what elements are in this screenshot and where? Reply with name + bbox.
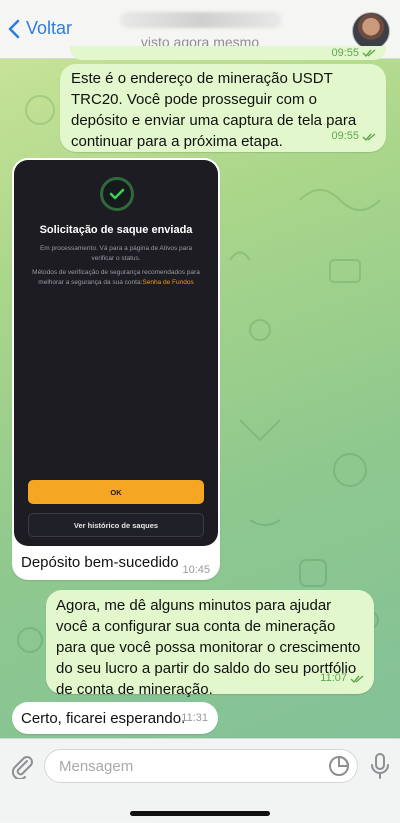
sticker-icon[interactable] xyxy=(328,755,350,777)
attach-paperclip-icon[interactable] xyxy=(10,753,34,779)
screenshot-line1: Em processamento. Vá para a página de At… xyxy=(39,245,193,262)
contact-name-redacted[interactable] xyxy=(120,12,282,28)
message-time: 11:31 xyxy=(181,712,208,724)
read-check-icon xyxy=(362,132,376,141)
image-caption: Depósito bem-sucedido xyxy=(21,554,179,571)
message-time: 09:55 xyxy=(331,47,376,59)
screenshot-image[interactable]: Solicitação de saque enviada Em processa… xyxy=(14,160,218,546)
contact-avatar[interactable] xyxy=(352,12,390,50)
message-time: 09:55 xyxy=(331,126,376,147)
message-bubble-incoming-image[interactable]: Solicitação de saque enviada Em processa… xyxy=(12,158,220,580)
message-input[interactable]: Mensagem xyxy=(44,749,358,783)
read-check-icon xyxy=(362,49,376,57)
previous-message-bubble: 09:55 xyxy=(70,46,386,60)
message-bubble-incoming[interactable]: Certo, ficarei esperando. 11:31 xyxy=(12,702,218,734)
screenshot-title: Solicitação de saque enviada xyxy=(39,224,193,236)
screenshot-line2: Métodos de verificação de segurança reco… xyxy=(32,269,200,286)
message-time: 11:07 xyxy=(320,668,364,689)
message-time: 10:45 xyxy=(182,564,210,576)
home-indicator xyxy=(130,811,270,816)
screenshot-history-button: Ver histórico de saques xyxy=(28,513,204,537)
read-check-icon xyxy=(350,674,364,683)
message-composer: Mensagem xyxy=(0,738,400,823)
message-bubble-outgoing[interactable]: Este é o endereço de mineração USDT TRC2… xyxy=(60,64,386,152)
message-bubble-outgoing[interactable]: Agora, me dê alguns minutos para ajudar … xyxy=(46,590,374,698)
screenshot-link: Senha de Fundos xyxy=(142,279,194,286)
microphone-icon[interactable] xyxy=(370,752,390,780)
screenshot-ok-button: OK xyxy=(28,480,204,504)
success-check-icon xyxy=(100,177,134,211)
